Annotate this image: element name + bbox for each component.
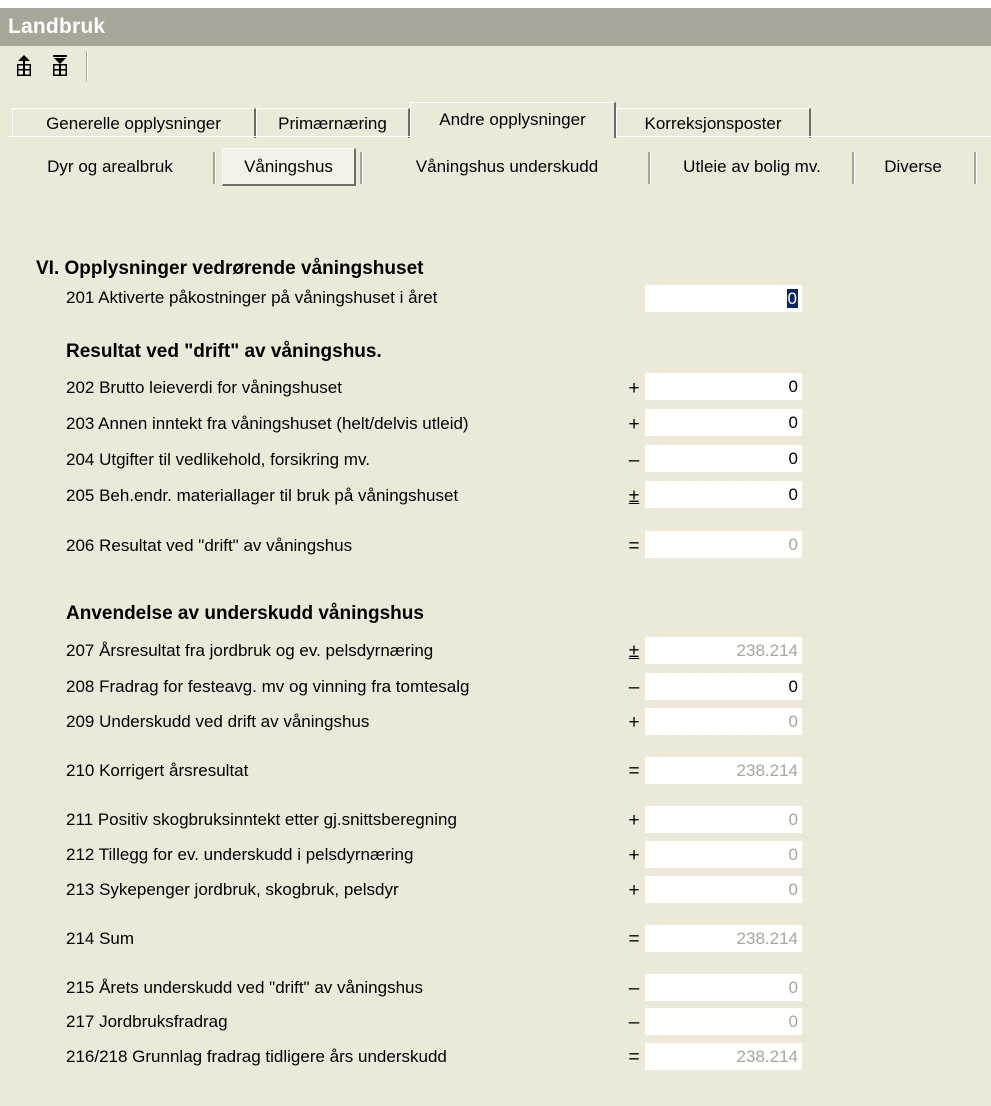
- tab-korreksjonsposter[interactable]: Korreksjonsposter: [616, 108, 811, 138]
- row-202-input[interactable]: 0: [645, 373, 802, 400]
- row-206-operator: =: [628, 536, 640, 557]
- row-212-operator: +: [628, 845, 640, 866]
- row-207-operator: ±: [628, 641, 640, 662]
- sub-tab-divider: [648, 152, 651, 184]
- row-203-input[interactable]: 0: [645, 409, 802, 436]
- row-209-operator: +: [628, 712, 640, 733]
- row-214-input: 238.214: [645, 925, 802, 952]
- tab-dyr-og-arealbruk[interactable]: Dyr og arealbruk: [10, 148, 210, 186]
- row-213-label: 213 Sykepenger jordbruk, skogbruk, pelsd…: [66, 880, 399, 899]
- row-217-operator: –: [628, 1012, 640, 1033]
- row-214-operator: =: [628, 929, 640, 950]
- toolbar: [0, 46, 991, 86]
- section-drift-heading: Resultat ved "drift" av våningshus.: [66, 341, 382, 362]
- row-215-label: 215 Årets underskudd ved "drift" av våni…: [66, 978, 423, 997]
- row-205-input[interactable]: 0: [645, 481, 802, 508]
- row-204-label: 204 Utgifter til vedlikehold, forsikring…: [66, 450, 370, 469]
- toolbar-separator: [86, 51, 88, 81]
- row-208-input[interactable]: 0: [645, 673, 802, 700]
- row-204-operator: –: [628, 450, 640, 471]
- row-207-label: 207 Årsresultat fra jordbruk og ev. pels…: [66, 641, 434, 660]
- row-205-operator: ±: [628, 486, 640, 507]
- sub-tabs: Dyr og arealbruk Våningshus Våningshus u…: [8, 144, 991, 190]
- row-209-label: 209 Underskudd ved drift av våningshus: [66, 712, 370, 731]
- row-202-operator: +: [628, 378, 640, 399]
- tab-andre-opplysninger[interactable]: Andre opplysninger: [410, 102, 616, 138]
- row-213-operator: +: [628, 880, 640, 901]
- sub-tab-divider: [974, 152, 977, 184]
- row-210-label: 210 Korrigert årsresultat: [66, 761, 249, 780]
- row-212-input: 0: [645, 841, 802, 868]
- row-209-input: 0: [645, 708, 802, 735]
- tab-generelle-opplysninger[interactable]: Generelle opplysninger: [12, 108, 256, 138]
- row-201-value: 0: [786, 289, 798, 308]
- tab-vaaningshus[interactable]: Våningshus: [222, 148, 356, 186]
- row-206-input: 0: [645, 531, 802, 558]
- row-216-218-operator: =: [628, 1047, 640, 1068]
- row-210-input: 238.214: [645, 757, 802, 784]
- row-216-218-label: 216/218 Grunnlag fradrag tidligere års u…: [66, 1047, 447, 1066]
- tab-vaaningshus-underskudd[interactable]: Våningshus underskudd: [368, 148, 646, 186]
- row-215-input: 0: [645, 974, 802, 1001]
- row-207-input: 238.214: [645, 637, 802, 664]
- move-down-icon[interactable]: [48, 52, 72, 80]
- row-205-label: 205 Beh.endr. materiallager til bruk på …: [66, 486, 459, 505]
- row-217-label: 217 Jordbruksfradrag: [66, 1012, 228, 1031]
- tab-diverse[interactable]: Diverse: [858, 148, 968, 186]
- row-201-input[interactable]: 0: [645, 285, 802, 312]
- row-213-input: 0: [645, 876, 802, 903]
- window-title: Landbruk: [0, 8, 991, 46]
- sub-tab-divider: [213, 152, 216, 184]
- row-212-label: 212 Tillegg for ev. underskudd i pelsdyr…: [66, 845, 414, 864]
- sub-tab-divider: [360, 152, 363, 184]
- row-214-label: 214 Sum: [66, 929, 135, 948]
- row-203-label: 203 Annen inntekt fra våningshuset (helt…: [66, 414, 469, 433]
- section-anvendelse-heading: Anvendelse av underskudd våningshus: [66, 603, 424, 624]
- row-201-label: 201 Aktiverte påkostninger på våningshus…: [66, 288, 438, 307]
- row-208-label: 208 Fradrag for festeavg. mv og vinning …: [66, 677, 470, 696]
- main-tabs: Generelle opplysninger Primærnæring Andr…: [8, 102, 991, 138]
- row-206-label: 206 Resultat ved "drift" av våningshus: [66, 536, 353, 555]
- row-211-operator: +: [628, 810, 640, 831]
- row-217-input: 0: [645, 1008, 802, 1035]
- tab-primaernaering[interactable]: Primærnæring: [256, 108, 410, 138]
- sub-tab-divider: [852, 152, 855, 184]
- tab-utleie-av-bolig[interactable]: Utleie av bolig mv.: [656, 148, 848, 186]
- row-215-operator: –: [628, 978, 640, 999]
- row-211-label: 211 Positiv skogbruksinntekt etter gj.sn…: [66, 810, 457, 829]
- move-up-icon[interactable]: [12, 52, 36, 80]
- row-203-operator: +: [628, 414, 640, 435]
- row-210-operator: =: [628, 761, 640, 782]
- row-204-input[interactable]: 0: [645, 445, 802, 472]
- row-202-label: 202 Brutto leieverdi for våningshuset: [66, 378, 342, 397]
- section-vi-heading: VI. Opplysninger vedrørende våningshuset: [36, 258, 424, 279]
- row-211-input: 0: [645, 806, 802, 833]
- row-208-operator: –: [628, 677, 640, 698]
- row-216-218-input: 238.214: [645, 1043, 802, 1070]
